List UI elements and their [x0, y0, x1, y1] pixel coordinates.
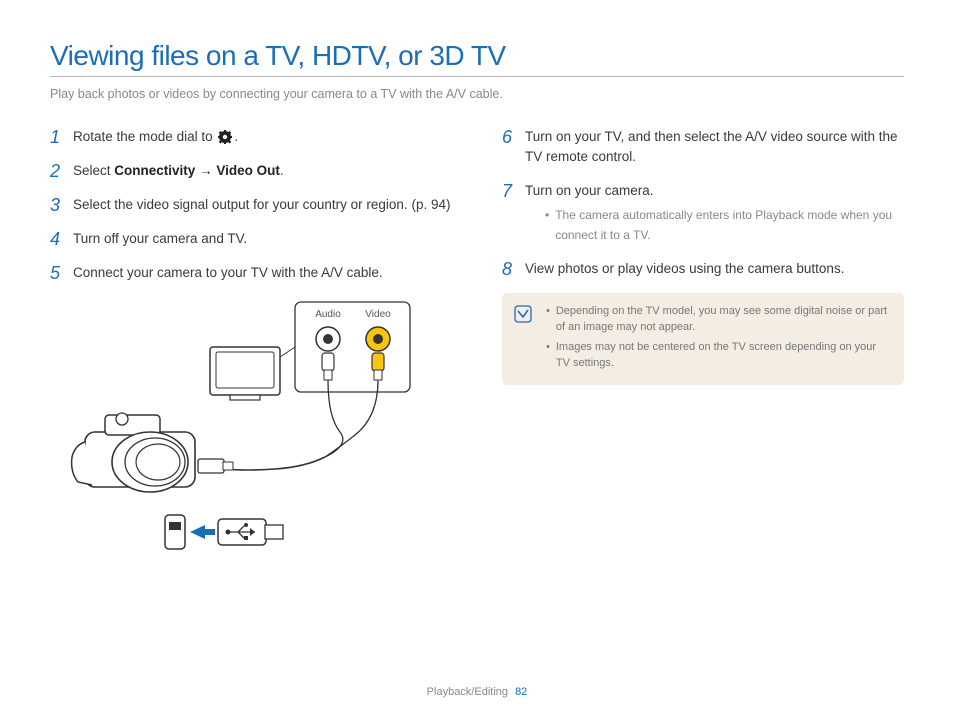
step-8: 8 View photos or play videos using the c…	[502, 259, 904, 279]
step-text: Turn on your camera. The camera automati…	[525, 181, 904, 245]
step-7: 7 Turn on your camera. The camera automa…	[502, 181, 904, 245]
note-content: Depending on the TV model, you may see s…	[546, 303, 890, 375]
step-sub-bullet: The camera automatically enters into Pla…	[545, 205, 904, 245]
page-title: Viewing files on a TV, HDTV, or 3D TV	[50, 40, 904, 72]
step-text: View photos or play videos using the cam…	[525, 259, 844, 279]
step-text: Connect your camera to your TV with the …	[73, 263, 383, 283]
step-number: 8	[502, 259, 516, 279]
step-number: 6	[502, 127, 516, 167]
step-text: Select Connectivity → Video Out.	[73, 161, 284, 181]
step-5: 5 Connect your camera to your TV with th…	[50, 263, 452, 283]
step-6: 6 Turn on your TV, and then select the A…	[502, 127, 904, 167]
step-4: 4 Turn off your camera and TV.	[50, 229, 452, 249]
step-number: 2	[50, 161, 64, 181]
step-number: 3	[50, 195, 64, 215]
note-bullet: Depending on the TV model, you may see s…	[546, 303, 890, 335]
note-bullet: Images may not be centered on the TV scr…	[546, 339, 890, 371]
note-icon	[514, 305, 532, 328]
page-number: 82	[515, 686, 527, 698]
video-label: Video	[365, 309, 391, 320]
page-footer: Playback/Editing 82	[0, 686, 954, 698]
right-column: 6 Turn on your TV, and then select the A…	[502, 127, 904, 557]
note-box: Depending on the TV model, you may see s…	[502, 293, 904, 385]
connection-diagram: Audio Video	[50, 297, 430, 557]
step-number: 7	[502, 181, 516, 245]
step-number: 1	[50, 127, 64, 147]
step-2: 2 Select Connectivity → Video Out.	[50, 161, 452, 181]
subtitle: Play back photos or videos by connecting…	[50, 87, 904, 101]
audio-label: Audio	[315, 309, 341, 320]
left-column: 1 Rotate the mode dial to . 2 Select Con…	[50, 127, 452, 557]
usb-connector-icon	[165, 515, 283, 549]
step-number: 4	[50, 229, 64, 249]
gear-icon	[218, 130, 232, 144]
step-text: Select the video signal output for your …	[73, 195, 450, 215]
step-text: Rotate the mode dial to .	[73, 127, 238, 147]
step-3: 3 Select the video signal output for you…	[50, 195, 452, 215]
step-text: Turn off your camera and TV.	[73, 229, 247, 249]
footer-section: Playback/Editing	[427, 686, 508, 698]
step-1: 1 Rotate the mode dial to .	[50, 127, 452, 147]
two-column-layout: 1 Rotate the mode dial to . 2 Select Con…	[50, 127, 904, 557]
step-number: 5	[50, 263, 64, 283]
title-divider	[50, 76, 904, 77]
step-text: Turn on your TV, and then select the A/V…	[525, 127, 904, 167]
camera-icon	[72, 413, 195, 492]
